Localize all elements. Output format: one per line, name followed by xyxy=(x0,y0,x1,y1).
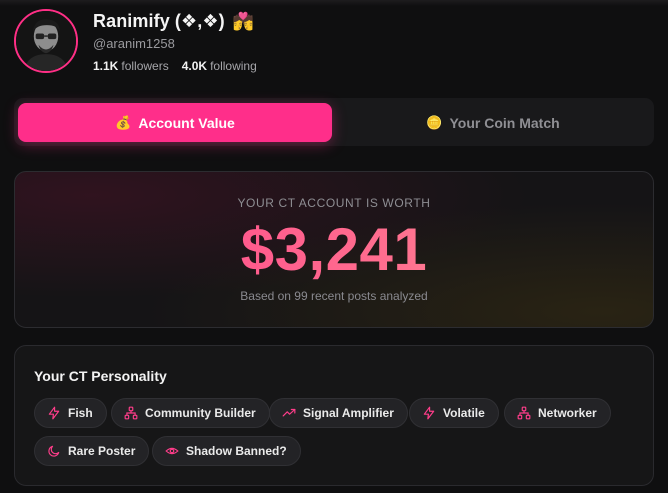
trait-chip-signal-amplifier[interactable]: Signal Amplifier xyxy=(269,398,408,428)
name-row: Ranimify (❖,❖) 💏 xyxy=(93,9,254,33)
lightning-icon xyxy=(423,406,435,420)
username-handle[interactable]: @aranim1258 xyxy=(93,36,175,51)
worth-label: YOUR CT ACCOUNT IS WORTH xyxy=(237,196,431,210)
view-tabs: 💰 Account Value 🪙 Your Coin Match xyxy=(14,98,654,146)
network-icon xyxy=(517,406,531,420)
tab-account-value[interactable]: 💰 Account Value xyxy=(18,103,332,142)
following-stat[interactable]: 4.0K following xyxy=(182,59,257,73)
lightning-icon xyxy=(48,406,60,420)
personality-card: Your CT Personality Fish Community Build… xyxy=(14,345,654,486)
followers-count: 1.1K xyxy=(93,59,119,73)
trait-chip-community-builder[interactable]: Community Builder xyxy=(111,398,270,428)
trait-label: Fish xyxy=(68,406,93,420)
top-divider xyxy=(0,0,668,6)
trait-label: Rare Poster xyxy=(68,444,136,458)
trait-label: Community Builder xyxy=(145,406,256,420)
trait-label: Shadow Banned? xyxy=(186,444,287,458)
money-bag-icon: 💰 xyxy=(115,114,132,130)
tab-coin-match[interactable]: 🪙 Your Coin Match xyxy=(336,103,650,142)
account-value-amount: $3,241 xyxy=(15,218,653,281)
tab-label: Account Value xyxy=(138,114,235,131)
display-name: Ranimify (❖,❖) xyxy=(93,10,225,31)
profile-header: Ranimify (❖,❖) 💏 @aranim1258 1.1K followe… xyxy=(14,8,654,76)
trait-chip-networker[interactable]: Networker xyxy=(504,398,611,428)
trend-up-icon xyxy=(282,408,296,417)
analysis-note: Based on 99 recent posts analyzed xyxy=(240,289,428,303)
couple-emoji-icon: 💏 xyxy=(232,11,254,31)
trait-chip-shadow-banned[interactable]: Shadow Banned? xyxy=(152,436,301,466)
tab-label: Your Coin Match xyxy=(449,114,560,131)
trait-chip-volatile[interactable]: Volatile xyxy=(409,398,499,428)
trait-label: Volatile xyxy=(443,406,485,420)
follow-stats: 1.1K followers 4.0K following xyxy=(93,59,257,73)
trait-label: Networker xyxy=(538,406,597,420)
trait-chip-rare-poster[interactable]: Rare Poster xyxy=(34,436,150,466)
avatar-photo xyxy=(16,11,76,71)
avatar[interactable] xyxy=(14,9,78,73)
network-icon xyxy=(124,406,138,420)
followers-label: followers xyxy=(121,59,169,73)
followers-stat[interactable]: 1.1K followers xyxy=(93,59,169,73)
coin-icon: 🪙 xyxy=(426,114,443,130)
personality-title: Your CT Personality xyxy=(34,368,167,384)
following-count: 4.0K xyxy=(181,59,208,73)
moon-icon xyxy=(48,445,60,457)
following-label: following xyxy=(210,59,257,73)
account-value-card: YOUR CT ACCOUNT IS WORTH $3,241 Based on… xyxy=(14,171,654,328)
trait-label: Signal Amplifier xyxy=(303,406,394,420)
trait-chip-fish[interactable]: Fish xyxy=(34,398,107,428)
eye-icon xyxy=(165,447,179,455)
